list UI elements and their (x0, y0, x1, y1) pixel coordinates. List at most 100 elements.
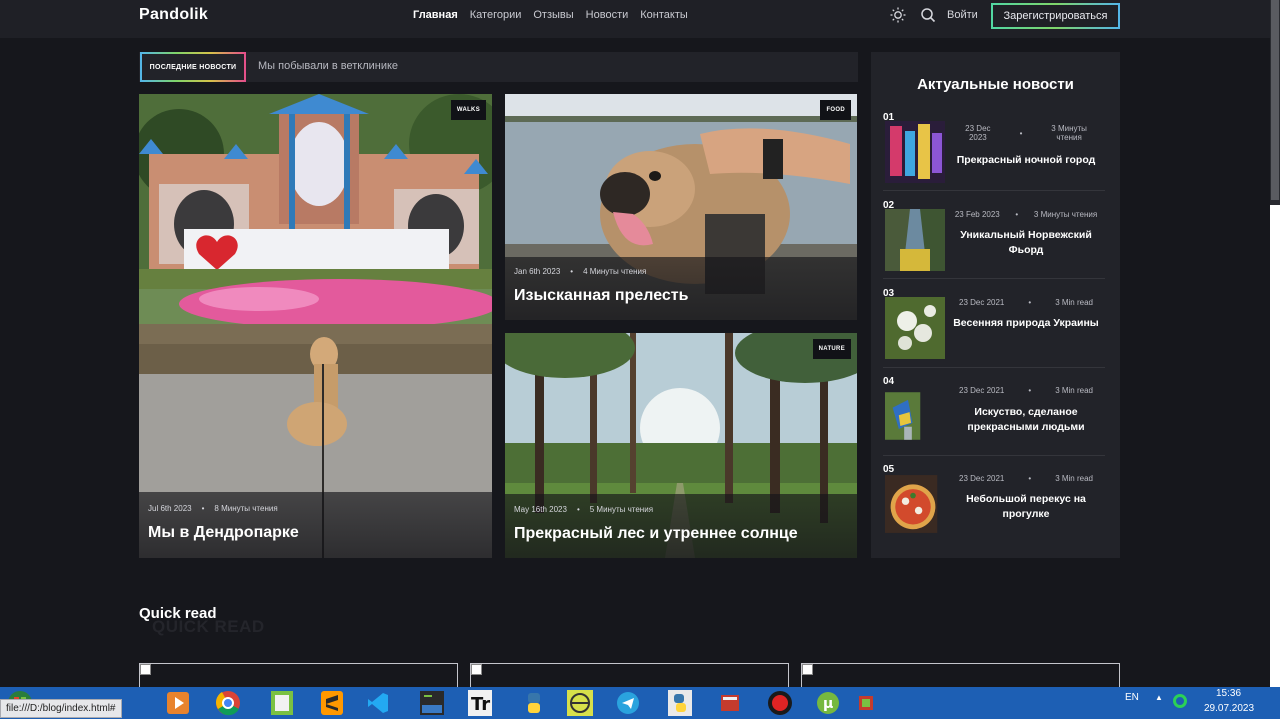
item-date: 23 Dec 2021 (959, 474, 1005, 483)
terminal-icon[interactable] (412, 689, 452, 717)
post-title[interactable]: Изысканная прелесть (514, 287, 688, 305)
post-title[interactable]: Мы в Дендропарке (148, 524, 299, 542)
item-read-time: 3 Минуты чтения (1051, 124, 1087, 142)
broken-image-icon (802, 664, 813, 675)
scrollbar-thumb[interactable] (1271, 0, 1279, 200)
trending-sidebar: Актуальные новости 01 23 Dec 2023 • 3 Ми… (871, 52, 1120, 558)
vscode-icon[interactable] (358, 689, 398, 717)
item-title[interactable]: Уникальный Норвежский Фьорд (947, 228, 1105, 258)
meta-separator: • (1028, 298, 1032, 307)
divider (883, 278, 1105, 279)
svg-text:Tr: Tr (471, 694, 490, 715)
item-read-time: 3 Минуты чтения (1033, 210, 1098, 219)
clock-time[interactable]: 15:36 (1216, 688, 1241, 699)
item-read-time: 3 Min read (1055, 386, 1093, 395)
sublime-icon[interactable] (312, 689, 352, 717)
item-meta: 23 Dec 2021 • 3 Min read (947, 298, 1105, 307)
site-logo[interactable]: Pandolik (139, 6, 208, 24)
books-icon[interactable] (710, 689, 750, 717)
broken-image-icon (471, 664, 482, 675)
fjord-thumbnail (885, 209, 945, 271)
nav-news[interactable]: Новости (586, 9, 629, 21)
trending-item[interactable]: 01 23 Dec 2023 • 3 Минуты чтения Прекрас… (883, 112, 1105, 192)
nav-contacts[interactable]: Контакты (640, 9, 688, 21)
sidebar-title: Актуальные новости (917, 76, 1074, 93)
item-title[interactable]: Прекрасный ночной город (947, 153, 1105, 168)
nav-reviews[interactable]: Отзывы (533, 9, 573, 21)
tray-expand-icon[interactable]: ▲ (1155, 693, 1163, 702)
item-meta: 23 Dec 2021 • 3 Min read (947, 386, 1105, 395)
trending-item[interactable]: 02 23 Feb 2023 • 3 Минуты чтения Уникаль… (883, 200, 1105, 280)
category-tag[interactable]: NATURE (812, 339, 851, 359)
nav-home[interactable]: Главная (413, 9, 458, 21)
sun-icon[interactable] (890, 7, 906, 23)
post-read-time: 5 Минуты чтения (589, 505, 654, 514)
media-player-icon[interactable] (158, 689, 198, 717)
trending-item[interactable]: 05 23 Dec 2021 • 3 Min read Небольшой пе… (883, 464, 1105, 544)
pizza-thumbnail (885, 475, 938, 533)
post-meta: Jan 6th 2023 • 4 Минуты чтения (514, 267, 646, 276)
typora-icon[interactable]: Tr (460, 689, 500, 717)
divider (883, 367, 1105, 368)
meta-separator: • (576, 505, 580, 514)
nav-categories[interactable]: Категории (470, 9, 522, 21)
item-date: 23 Dec 2023 (965, 124, 991, 142)
scrollbar-track (1270, 205, 1280, 687)
category-tag[interactable]: FOOD (820, 100, 851, 120)
search-icon[interactable] (920, 7, 936, 23)
register-button[interactable]: Зарегистрироваться (991, 3, 1120, 29)
meta-separator: • (1019, 128, 1023, 138)
post-title[interactable]: Прекрасный лес и утреннее солнце (514, 525, 798, 543)
header-icons (890, 7, 936, 23)
trending-item[interactable]: 04 23 Dec 2021 • 3 Min read Искуство, сд… (883, 376, 1105, 456)
chrome-icon[interactable] (208, 689, 248, 717)
card-overlay: Jul 6th 2023 • 8 Минуты чтения Мы в Денд… (139, 492, 492, 558)
card-overlay: Jan 6th 2023 • 4 Минуты чтения Изысканна… (505, 257, 857, 320)
trending-item[interactable]: 03 23 Dec 2021 • 3 Min read Весенняя при… (883, 288, 1105, 368)
quick-read-heading: Quick read (139, 605, 217, 622)
item-date: 23 Dec 2021 (959, 386, 1005, 395)
meta-separator: • (1028, 474, 1032, 483)
post-card[interactable]: WALKS Jul 6th 2023 • 8 Минуты чтения Мы … (139, 94, 492, 558)
main-nav: Главная Категории Отзывы Новости Контакт… (413, 9, 688, 21)
ticker-headline[interactable]: Мы побывали в ветклинике (258, 60, 398, 72)
news-ticker: ПОСЛЕДНИЕ НОВОСТИ Мы побывали в ветклини… (139, 52, 858, 82)
meta-separator: • (201, 504, 205, 513)
item-title[interactable]: Весенняя природа Украины (947, 316, 1105, 331)
broken-image-icon (140, 664, 151, 675)
post-read-time: 8 Минуты чтения (214, 504, 278, 513)
item-title[interactable]: Небольшой перекус на прогулке (947, 492, 1105, 522)
item-title[interactable]: Искуство, сделаное прекрасными людьми (947, 405, 1105, 435)
language-indicator[interactable]: EN (1125, 692, 1139, 703)
meta-separator: • (570, 267, 574, 276)
login-link[interactable]: Войти (947, 9, 978, 21)
network-status-icon[interactable] (1173, 694, 1187, 708)
night-city-thumbnail (885, 121, 945, 183)
card-overlay: May 16th 2023 • 5 Минуты чтения Прекрасн… (505, 494, 857, 558)
link-status-bar: file:///D:/blog/index.html# (0, 699, 122, 718)
dendropark-dog-image (139, 94, 492, 558)
item-meta: 23 Dec 2021 • 3 Min read (947, 474, 1105, 483)
post-card[interactable]: NATURE May 16th 2023 • 5 Минуты чтения П… (505, 333, 857, 558)
notification-icon[interactable] (856, 689, 876, 717)
category-tag[interactable]: WALKS (450, 100, 486, 120)
python-shell-icon[interactable] (660, 689, 700, 717)
post-card[interactable]: FOOD Jan 6th 2023 • 4 Минуты чтения Изыс… (505, 94, 857, 320)
item-meta: 23 Feb 2023 • 3 Минуты чтения (947, 210, 1105, 219)
python-icon[interactable] (514, 689, 554, 717)
meta-separator: • (1015, 210, 1019, 219)
recorder-icon[interactable] (760, 689, 800, 717)
post-meta: May 16th 2023 • 5 Минуты чтения (514, 505, 653, 514)
telegram-icon[interactable] (608, 689, 648, 717)
post-read-time: 4 Минуты чтения (583, 267, 647, 276)
meta-separator: • (1028, 386, 1032, 395)
windows-taskbar: Tr µ EN ▲ 15:36 29.07.2023 (0, 687, 1280, 719)
notepad-icon[interactable] (262, 689, 302, 717)
post-date: Jan 6th 2023 (514, 267, 561, 276)
latest-news-badge: ПОСЛЕДНИЕ НОВОСТИ (140, 52, 246, 82)
divider (883, 190, 1105, 191)
art-thumbnail (885, 392, 921, 440)
app-icon[interactable] (560, 689, 600, 717)
clock-date[interactable]: 29.07.2023 (1204, 703, 1254, 714)
utorrent-icon[interactable]: µ (808, 689, 848, 717)
